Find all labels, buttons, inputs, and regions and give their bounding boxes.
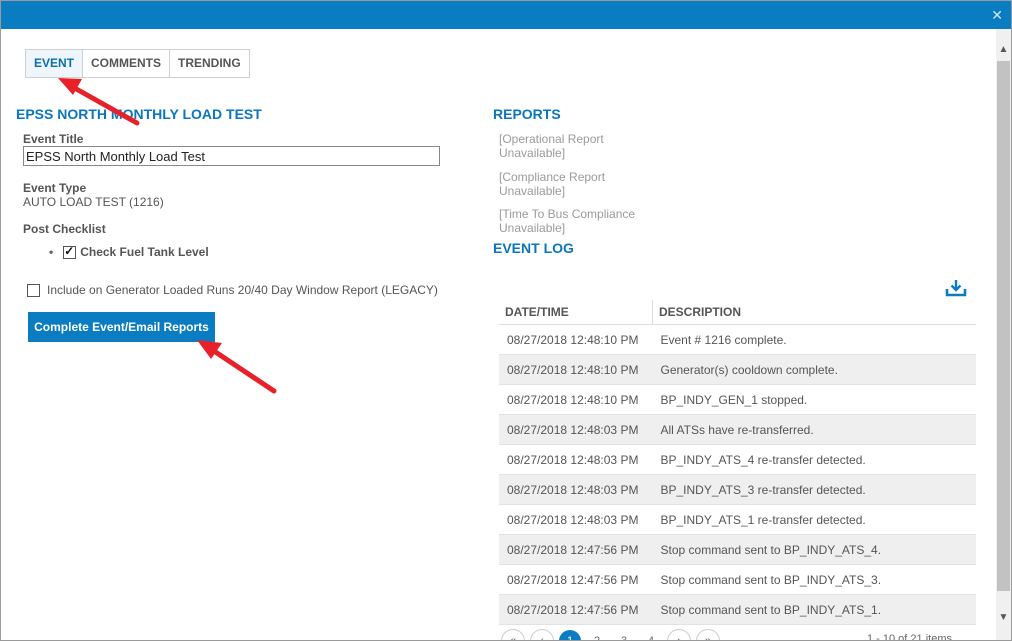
row-description: Stop command sent to BP_INDY_ATS_1. — [652, 594, 976, 625]
page-button-3[interactable]: 3 — [613, 630, 635, 640]
annotation-arrow-button — [197, 340, 277, 394]
table-row: 08/27/2018 12:47:56 PM Stop command sent … — [499, 534, 976, 565]
table-row: 08/27/2018 12:48:10 PM Event # 1216 compl… — [499, 324, 976, 355]
event-title-label: Event Title — [23, 132, 84, 146]
post-checklist-label: Post Checklist — [23, 222, 106, 236]
row-datetime: 08/27/2018 12:48:10 PM — [499, 384, 653, 415]
row-description: All ATSs have re-transferred. — [652, 414, 976, 445]
row-description: BP_INDY_ATS_1 re-transfer detected. — [652, 504, 976, 535]
scrollbar-thumb[interactable] — [997, 61, 1010, 591]
pagination: « ‹ 1 2 3 4 › » — [501, 629, 725, 640]
page-button-1[interactable]: 1 — [559, 630, 581, 640]
next-page-icon[interactable]: › — [667, 629, 691, 640]
scroll-up-icon[interactable]: ▲ — [996, 41, 1011, 57]
fuel-tank-checkbox[interactable] — [63, 244, 77, 259]
row-datetime: 08/27/2018 12:48:03 PM — [499, 414, 653, 445]
tab-event[interactable]: EVENT — [26, 50, 84, 77]
operational-report-link[interactable]: [Operational Report Unavailable] — [499, 132, 659, 160]
close-icon[interactable]: ✕ — [991, 7, 1003, 23]
tab-bar: EVENT COMMENTS TRENDING — [25, 49, 250, 78]
legacy-option: Include on Generator Loaded Runs 20/40 D… — [27, 283, 438, 297]
row-datetime: 08/27/2018 12:48:10 PM — [499, 354, 653, 385]
row-datetime: 08/27/2018 12:47:56 PM — [499, 534, 653, 565]
tab-comments[interactable]: COMMENTS — [83, 50, 171, 77]
event-log-table: DATE/TIME DESCRIPTION 08/27/2018 12:48:1… — [499, 300, 976, 625]
event-log-title: EVENT LOG — [493, 240, 574, 256]
last-page-icon[interactable]: » — [696, 629, 720, 640]
row-description: Stop command sent to BP_INDY_ATS_3. — [652, 564, 976, 595]
items-count: 1 - 10 of 21 items — [867, 633, 952, 641]
row-datetime: 08/27/2018 12:48:03 PM — [499, 504, 653, 535]
table-row: 08/27/2018 12:48:10 PM BP_INDY_GEN_1 stop… — [499, 384, 976, 415]
prev-page-icon[interactable]: ‹ — [530, 629, 554, 640]
row-description: BP_INDY_ATS_3 re-transfer detected. — [652, 474, 976, 505]
row-description: BP_INDY_GEN_1 stopped. — [652, 384, 976, 415]
table-header-row: DATE/TIME DESCRIPTION — [499, 300, 976, 325]
vertical-scrollbar[interactable]: ▲ ▼ — [996, 29, 1011, 640]
row-datetime: 08/27/2018 12:47:56 PM — [499, 594, 653, 625]
table-row: 08/27/2018 12:48:03 PM BP_INDY_ATS_1 re-t… — [499, 504, 976, 535]
legacy-report-checkbox[interactable] — [27, 283, 40, 297]
page-button-4[interactable]: 4 — [640, 630, 662, 640]
modal-titlebar: ✕ — [1, 1, 1011, 29]
download-icon[interactable] — [945, 279, 967, 297]
checklist-item: • Check Fuel Tank Level — [49, 244, 209, 260]
bullet: • — [49, 245, 54, 259]
modal-window: ✕ EVENT COMMENTS TRENDING EPSS NORTH MON… — [0, 0, 1012, 641]
time-to-bus-report-link[interactable]: [Time To Bus Compliance Unavailable] — [499, 207, 659, 235]
row-description: Event # 1216 complete. — [652, 324, 976, 355]
table-row: 08/27/2018 12:48:03 PM BP_INDY_ATS_3 re-t… — [499, 474, 976, 505]
legacy-report-label: Include on Generator Loaded Runs 20/40 D… — [47, 283, 438, 297]
checklist-item-label: Check Fuel Tank Level — [80, 245, 209, 259]
event-section-title: EPSS NORTH MONTHLY LOAD TEST — [16, 106, 262, 122]
event-type-value: AUTO LOAD TEST (1216) — [23, 195, 164, 209]
row-datetime: 08/27/2018 12:48:03 PM — [499, 444, 653, 475]
event-type-label: Event Type — [23, 181, 87, 195]
row-description: Stop command sent to BP_INDY_ATS_4. — [652, 534, 976, 565]
row-datetime: 08/27/2018 12:47:56 PM — [499, 564, 653, 595]
reports-title: REPORTS — [493, 106, 561, 122]
row-description: Generator(s) cooldown complete. — [652, 354, 976, 385]
table-row: 08/27/2018 12:47:56 PM Stop command sent … — [499, 594, 976, 625]
table-row: 08/27/2018 12:48:03 PM BP_INDY_ATS_4 re-t… — [499, 444, 976, 475]
table-row: 08/27/2018 12:48:10 PM Generator(s) coold… — [499, 354, 976, 385]
scroll-down-icon[interactable]: ▼ — [996, 609, 1011, 625]
page-button-2[interactable]: 2 — [586, 630, 608, 640]
row-datetime: 08/27/2018 12:48:10 PM — [499, 324, 653, 355]
event-title-input[interactable] — [23, 146, 440, 166]
column-header-description[interactable]: DESCRIPTION — [652, 300, 976, 325]
tab-trending[interactable]: TRENDING — [170, 50, 249, 77]
table-row: 08/27/2018 12:47:56 PM Stop command sent … — [499, 564, 976, 595]
row-description: BP_INDY_ATS_4 re-transfer detected. — [652, 444, 976, 475]
first-page-icon[interactable]: « — [501, 629, 525, 640]
table-row: 08/27/2018 12:48:03 PM All ATSs have re-t… — [499, 414, 976, 445]
complete-event-button[interactable]: Complete Event/Email Reports — [28, 312, 215, 342]
row-datetime: 08/27/2018 12:48:03 PM — [499, 474, 653, 505]
compliance-report-link[interactable]: [Compliance Report Unavailable] — [499, 170, 659, 198]
column-header-datetime[interactable]: DATE/TIME — [499, 300, 653, 325]
